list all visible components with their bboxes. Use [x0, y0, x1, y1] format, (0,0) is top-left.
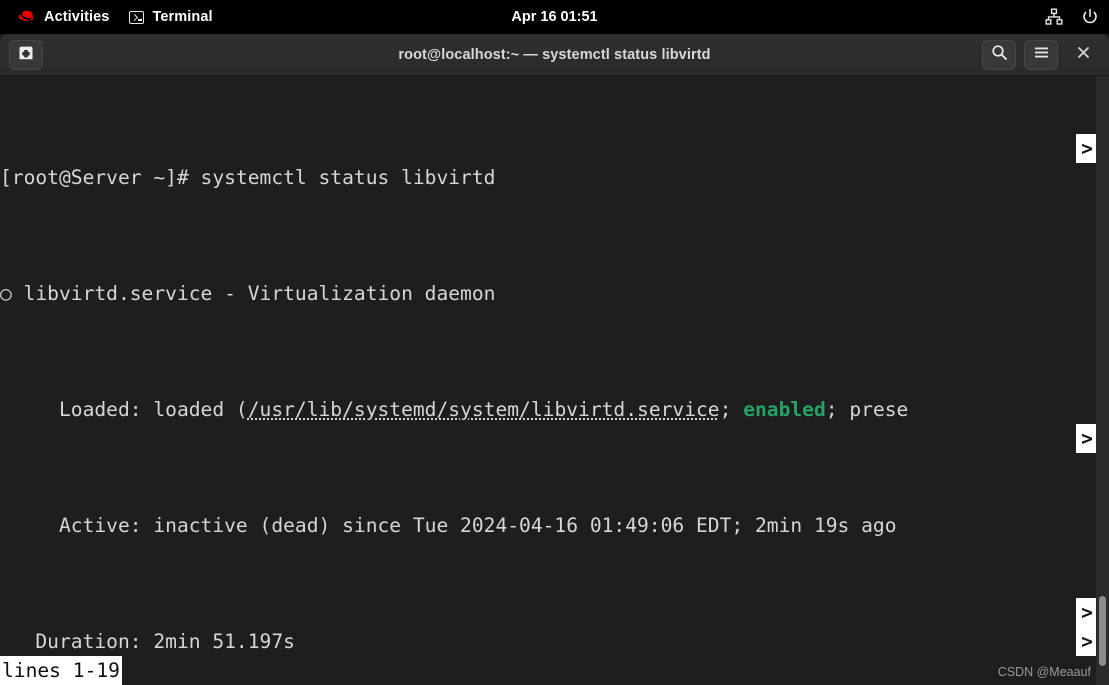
line-truncation-marker: >: [1076, 627, 1098, 656]
window-title: root@localhost:~ — systemctl status libv…: [398, 46, 711, 63]
network-icon: [1045, 8, 1063, 26]
system-status-area[interactable]: [1045, 0, 1099, 34]
terminal-scrollbar[interactable]: [1096, 76, 1109, 685]
new-tab-button[interactable]: [9, 39, 43, 70]
close-button[interactable]: [1066, 40, 1100, 70]
app-menu-terminal[interactable]: Terminal: [119, 0, 222, 34]
line-truncation-marker: >: [1076, 134, 1098, 163]
line-truncation-marker: >: [1076, 598, 1098, 627]
menu-button[interactable]: [1024, 39, 1058, 70]
new-tab-icon: [17, 44, 35, 66]
terminal-line-unit: ○ libvirtd.service - Virtualization daem…: [0, 279, 908, 308]
terminal-screen[interactable]: [root@Server ~]# systemctl status libvir…: [0, 76, 1109, 685]
line-truncation-marker: >: [1076, 424, 1098, 453]
window-titlebar: root@localhost:~ — systemctl status libv…: [0, 34, 1109, 76]
redhat-logo-icon: [18, 10, 36, 24]
loaded-separator: ;: [719, 398, 744, 421]
terminal-line-duration: Duration: 2min 51.197s: [0, 627, 908, 656]
prompt-text: [root@Server ~]# systemctl status libvir…: [0, 166, 496, 189]
pager-status-line: lines 1-19: [0, 656, 122, 685]
duration-text: Duration: 2min 51.197s: [0, 630, 295, 653]
activities-label: Activities: [44, 9, 110, 25]
loaded-enabled-state: enabled: [743, 398, 826, 421]
app-menu-label: Terminal: [152, 9, 213, 25]
loaded-label: Loaded:: [0, 398, 154, 421]
unit-title: libvirtd.service - Virtualization daemon: [11, 282, 496, 305]
loaded-unit-path-link[interactable]: /usr/lib/systemd/system/libvirtd.service: [248, 398, 720, 421]
titlebar-actions: [982, 39, 1100, 70]
watermark-label: CSDN @Meaauf: [997, 665, 1091, 679]
unit-status-bullet-icon: ○: [0, 282, 12, 305]
terminal-line-prompt: [root@Server ~]# systemctl status libvir…: [0, 163, 908, 192]
gnome-top-bar: Activities Terminal Apr 16 01:51: [0, 0, 1109, 34]
terminal-output: [root@Server ~]# systemctl status libvir…: [0, 76, 908, 685]
power-icon: [1081, 8, 1099, 26]
clock-label: Apr 16 01:51: [511, 9, 598, 25]
search-button[interactable]: [982, 39, 1016, 70]
loaded-suffix: ; prese: [825, 398, 909, 421]
activities-button[interactable]: Activities: [8, 0, 119, 34]
hamburger-menu-icon: [1033, 45, 1050, 65]
search-icon: [991, 44, 1008, 66]
terminal-icon: [129, 10, 145, 24]
close-icon: [1076, 45, 1091, 65]
loaded-prefix: loaded (: [153, 398, 248, 421]
terminal-window: root@localhost:~ — systemctl status libv…: [0, 34, 1109, 685]
scrollbar-thumb[interactable]: [1099, 596, 1106, 666]
terminal-line-loaded: Loaded: loaded (/usr/lib/systemd/system/…: [0, 395, 908, 424]
active-text: Active: inactive (dead) since Tue 2024-0…: [0, 514, 897, 537]
terminal-line-active: Active: inactive (dead) since Tue 2024-0…: [0, 511, 908, 540]
